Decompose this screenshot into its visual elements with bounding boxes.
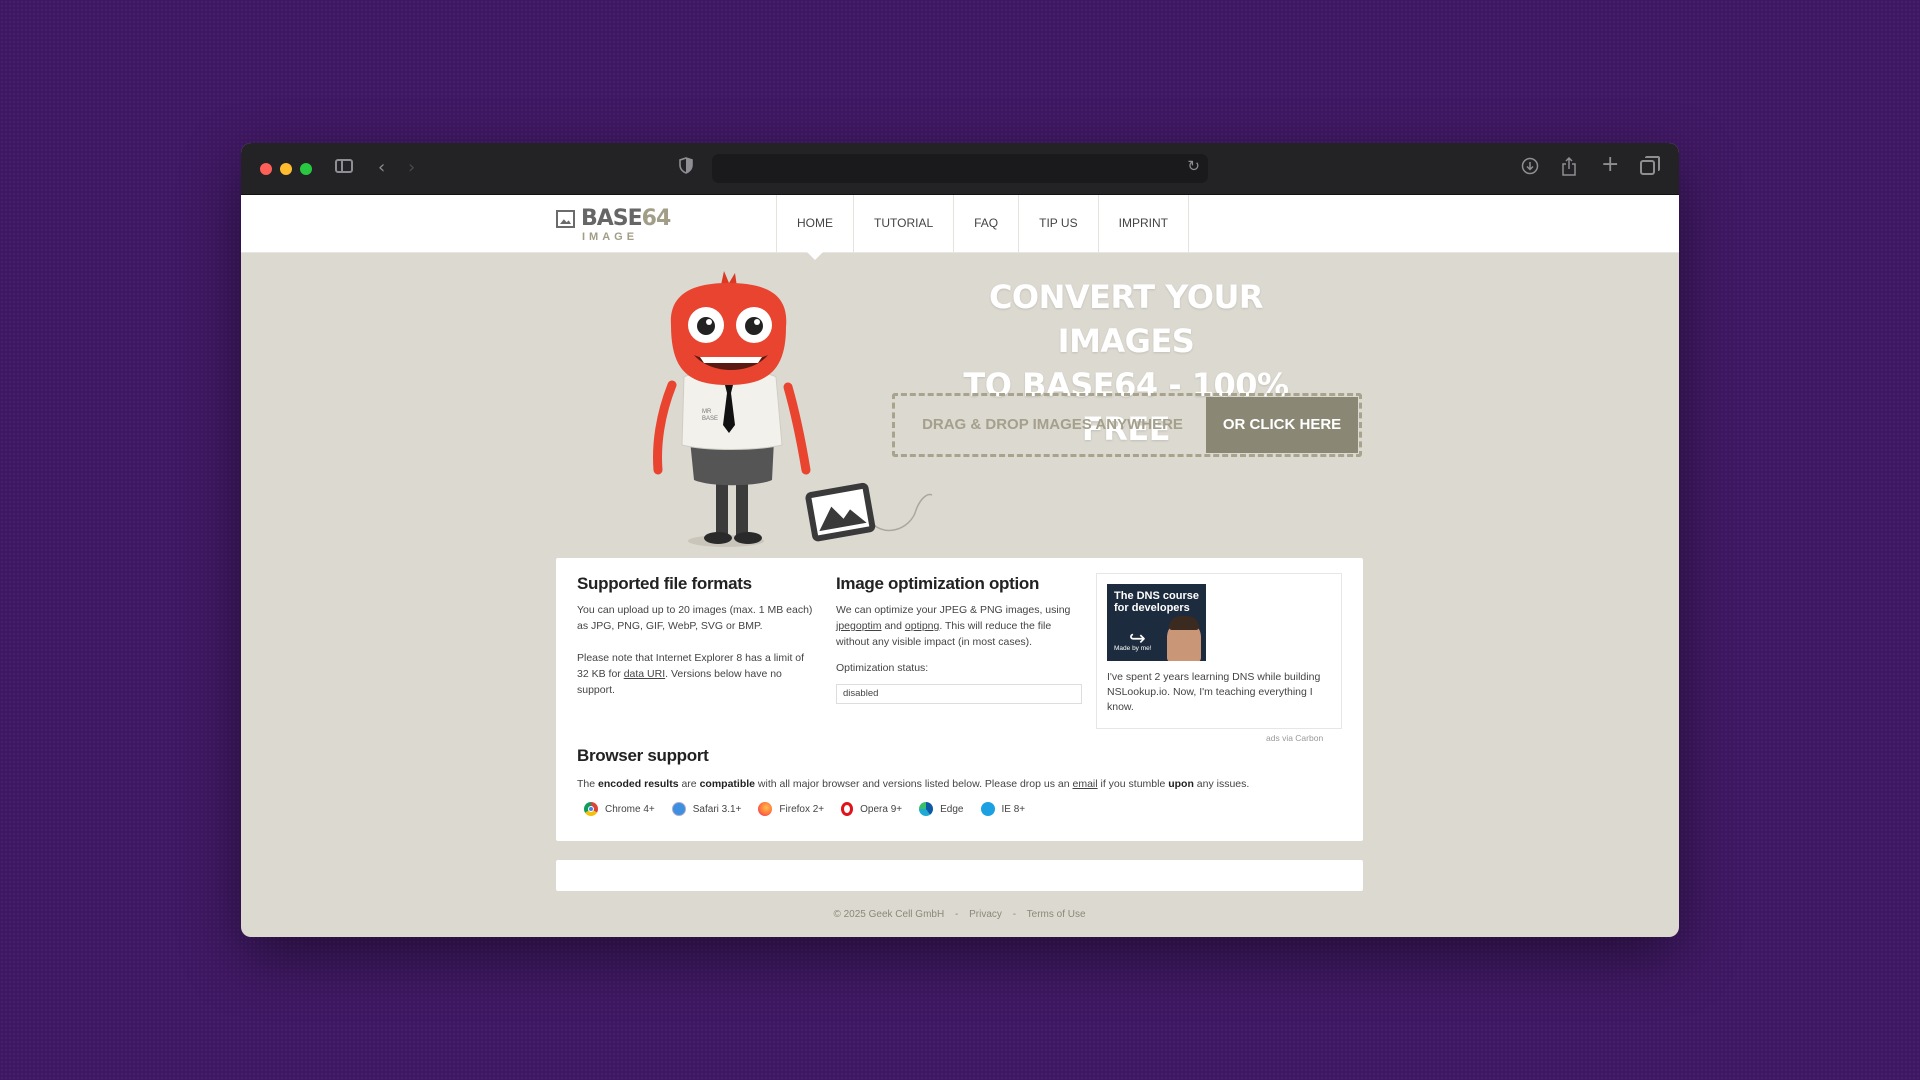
hero-section: MR BASE CONVERT YOUR IMAGES TO BASE64 - …: [241, 253, 1679, 559]
optimization-section: Image optimization option We can optimiz…: [836, 574, 1084, 704]
shirt-label-base: BASE: [702, 416, 718, 422]
browser-window: ‹ › ↻ + BASE64 IMAGE HOME TUTORIAL FAQ T…: [241, 143, 1679, 937]
sidebar-toggle-icon[interactable]: [335, 159, 353, 173]
safari-icon: [671, 802, 686, 816]
address-bar[interactable]: ↻: [712, 154, 1208, 183]
shirt-label-mr: MR: [702, 409, 712, 415]
nav-tip-us[interactable]: TIP US: [1019, 195, 1099, 252]
optimization-heading: Image optimization option: [836, 574, 1040, 593]
optimization-status-select[interactable]: disabled: [836, 684, 1082, 704]
info-card: Supported file formats You can upload up…: [556, 558, 1363, 841]
chrome-icon: [584, 802, 598, 816]
image-logo-icon: [556, 210, 575, 228]
browser-ie: IE 8+: [980, 802, 1025, 816]
browser-list: Chrome 4+ Safari 3.1+ Firefox 2+ Opera 9…: [577, 802, 1347, 816]
browser-support-heading: Browser support: [577, 746, 709, 765]
upload-button[interactable]: OR CLICK HERE: [1206, 397, 1358, 453]
image-dropzone[interactable]: DRAG & DROP IMAGES ANYWHERE OR CLICK HER…: [892, 393, 1362, 457]
opera-icon: [841, 802, 854, 816]
nav-tutorial[interactable]: TUTORIAL: [854, 195, 955, 252]
privacy-shield-icon[interactable]: [679, 157, 693, 180]
ie-note-text: Please note that Internet Explorer 8 has…: [577, 652, 805, 696]
nav-imprint[interactable]: IMPRINT: [1099, 195, 1189, 252]
firefox-icon: [758, 802, 773, 816]
empty-results-panel: [556, 860, 1363, 891]
logo-wordmark: BASE64: [581, 206, 671, 231]
privacy-link[interactable]: Privacy: [969, 909, 1002, 920]
reload-icon[interactable]: ↻: [1187, 157, 1200, 175]
downloads-icon[interactable]: [1521, 157, 1539, 181]
main-nav: HOME TUTORIAL FAQ TIP US IMPRINT: [776, 195, 1189, 260]
site-logo[interactable]: BASE64 IMAGE: [556, 207, 671, 245]
mascot-illustration: MR BASE: [653, 271, 933, 547]
dropzone-label: DRAG & DROP IMAGES ANYWHERE: [922, 416, 1183, 433]
data-uri-link[interactable]: data URI: [624, 668, 665, 680]
email-link[interactable]: email: [1073, 778, 1098, 790]
browser-safari: Safari 3.1+: [671, 802, 741, 816]
nav-home[interactable]: HOME: [777, 195, 854, 260]
share-icon[interactable]: [1561, 156, 1577, 182]
formats-heading: Supported file formats: [577, 574, 752, 593]
jpegoptim-link[interactable]: jpegoptim: [836, 620, 882, 632]
forward-arrow-icon[interactable]: ›: [408, 157, 415, 179]
logo-subtitle: IMAGE: [582, 231, 639, 243]
formats-section: Supported file formats You can upload up…: [577, 574, 817, 698]
browser-edge: Edge: [919, 802, 964, 816]
optimization-status-label: Optimization status:: [836, 662, 929, 674]
new-tab-icon[interactable]: +: [1601, 154, 1619, 176]
optipng-link[interactable]: optipng: [905, 620, 939, 632]
browser-firefox: Firefox 2+: [758, 802, 824, 816]
edge-icon: [919, 802, 934, 816]
browser-chrome: Chrome 4+: [584, 802, 655, 816]
ads-via-carbon-link[interactable]: ads via Carbon: [1266, 733, 1323, 743]
optimization-text: We can optimize your JPEG & PNG images, …: [836, 604, 1071, 648]
nav-faq[interactable]: FAQ: [954, 195, 1020, 252]
browser-toolbar: ‹ › ↻ +: [241, 143, 1679, 195]
ad-image[interactable]: The DNS course for developers ↪ Made by …: [1107, 584, 1206, 661]
site-header: BASE64 IMAGE HOME TUTORIAL FAQ TIP US IM…: [241, 195, 1679, 260]
back-arrow-icon[interactable]: ‹: [378, 157, 385, 179]
browser-support-section: Browser support The encoded results are …: [577, 746, 1347, 816]
carbon-ad[interactable]: The DNS course for developers ↪ Made by …: [1096, 573, 1342, 729]
ad-text[interactable]: I've spent 2 years learning DNS while bu…: [1107, 670, 1335, 715]
minimize-window-button[interactable]: [280, 163, 292, 175]
copyright-text: © 2025 Geek Cell GmbH: [833, 909, 945, 920]
zoom-window-button[interactable]: [300, 163, 312, 175]
tab-overview-icon[interactable]: [1640, 156, 1660, 175]
ie-icon: [980, 802, 995, 816]
close-window-button[interactable]: [260, 163, 272, 175]
browser-opera: Opera 9+: [841, 802, 902, 816]
formats-text: You can upload up to 20 images (max. 1 M…: [577, 604, 813, 632]
browser-support-text: The encoded results are compatible with …: [577, 778, 1250, 790]
terms-link[interactable]: Terms of Use: [1027, 909, 1086, 920]
site-footer: © 2025 Geek Cell GmbH - Privacy - Terms …: [833, 909, 1086, 920]
